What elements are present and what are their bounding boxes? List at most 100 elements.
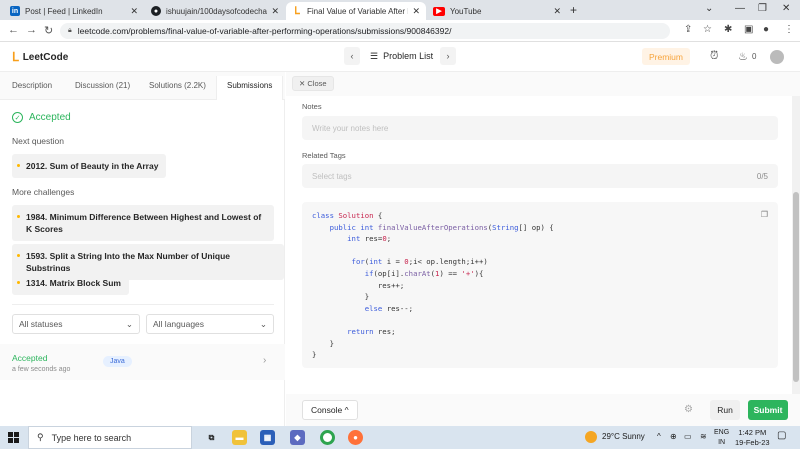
menu-kebab-icon[interactable]: ⋮ — [784, 24, 794, 35]
tab-description[interactable]: Description — [12, 81, 52, 90]
list-icon: ☰ — [370, 51, 379, 61]
prev-problem-button[interactable]: ‹ — [344, 47, 360, 65]
profile-icon[interactable]: ● — [763, 24, 769, 35]
notes-input[interactable]: Write your notes here — [302, 116, 778, 140]
difficulty-dot — [17, 215, 20, 218]
notification-icon[interactable]: ▢ — [777, 430, 786, 441]
new-tab-icon[interactable]: + — [570, 3, 577, 17]
close-label: Close — [307, 79, 327, 88]
close-icon: ✕ — [299, 79, 306, 88]
problem-list-label: Problem List — [383, 51, 434, 61]
copy-icon[interactable]: ❐ — [761, 210, 768, 219]
console-button[interactable]: Console ^ — [302, 400, 358, 420]
clock-time: 1:42 PM — [738, 428, 767, 437]
fire-icon[interactable]: ♨︎ — [738, 50, 748, 63]
lang-bottom: IN — [718, 439, 726, 446]
next-question-chip[interactable]: 2012. Sum of Beauty in the Array — [12, 154, 167, 178]
scrollbar[interactable] — [792, 96, 800, 394]
leetcode-logo[interactable]: ᒪ LeetCode — [12, 50, 68, 64]
close-icon[interactable]: ✕ — [412, 6, 420, 17]
check-circle-icon: ✓ — [12, 112, 23, 123]
lock-icon: 🔒︎ — [68, 27, 72, 34]
tab-linkedin[interactable]: in Post | Feed | LinkedIn ✕ — [4, 2, 144, 20]
chrome-icon[interactable] — [320, 430, 335, 445]
reload-icon[interactable]: ↻ — [44, 24, 53, 37]
tab-youtube[interactable]: ▶ YouTube ✕ — [427, 2, 567, 20]
url-field[interactable]: 🔒︎ leetcode.com/problems/final-value-of-… — [60, 23, 670, 39]
submit-button[interactable]: Submit — [748, 400, 788, 420]
logo-text: LeetCode — [22, 51, 69, 63]
task-view-icon[interactable]: ⧉ — [204, 430, 219, 445]
tags-select[interactable]: Select tags 0/5 — [302, 164, 778, 188]
accepted-status: ✓ Accepted — [12, 112, 71, 123]
submission-row[interactable]: Accepted a few seconds ago Java › — [0, 344, 285, 380]
language-badge: Java — [103, 356, 132, 367]
chip-label: 1593. Split a String Into the Max Number… — [26, 251, 231, 273]
status-filter-select[interactable]: All statuses ⌄ — [12, 314, 140, 334]
close-icon[interactable]: ✕ — [271, 6, 279, 17]
avatar[interactable] — [770, 50, 784, 64]
linkedin-icon: in — [10, 6, 20, 16]
tab-title: Post | Feed | LinkedIn — [25, 6, 103, 16]
run-button[interactable]: Run — [710, 400, 740, 420]
chevron-up-icon[interactable]: ^ — [657, 432, 661, 441]
close-icon[interactable]: ✕ — [130, 6, 138, 17]
language-indicator[interactable]: ENG IN — [714, 428, 729, 448]
console-label: Console — [311, 405, 343, 415]
tab-leetcode[interactable]: ᒪ Final Value of Variable After Perfo ✕ — [286, 2, 426, 20]
bottom-action-bar: Console ^ ⚙︎ Run Submit — [286, 394, 800, 426]
close-button[interactable]: ✕ Close — [292, 76, 334, 91]
youtube-icon: ▶ — [433, 6, 445, 16]
submission-status: Accepted — [12, 353, 48, 363]
tags-label: Related Tags — [302, 151, 346, 160]
debug-icon[interactable]: ⚙︎ — [684, 404, 693, 415]
code-block: ❐ class Solution { public int finalValue… — [302, 202, 778, 368]
select-value: All languages — [153, 319, 205, 329]
weather-sun-icon — [585, 431, 597, 443]
tab-search-icon[interactable]: ⌄ — [705, 3, 713, 14]
network-icon[interactable]: ⊕ — [670, 432, 677, 441]
next-problem-button[interactable]: › — [440, 47, 456, 65]
restore-icon[interactable]: ❐ — [758, 3, 767, 14]
scrollbar-thumb[interactable] — [793, 192, 799, 382]
premium-button[interactable]: Premium — [642, 48, 690, 65]
windows-start-icon[interactable] — [8, 432, 19, 443]
forward-icon[interactable]: → — [26, 24, 37, 36]
tab-submissions[interactable]: Submissions — [216, 76, 284, 100]
challenge-chip[interactable]: 1314. Matrix Block Sum — [12, 271, 129, 295]
sidepanel-icon[interactable]: ▣ — [744, 24, 753, 35]
close-icon[interactable]: ✕ — [553, 6, 561, 17]
language-filter-select[interactable]: All languages ⌄ — [146, 314, 274, 334]
challenge-chip[interactable]: 1984. Minimum Difference Between Highest… — [12, 205, 274, 241]
tab-solutions[interactable]: Solutions (2.2K) — [149, 81, 206, 90]
bookmark-star-icon[interactable]: ☆ — [703, 24, 712, 35]
url-text: leetcode.com/problems/final-value-of-var… — [77, 26, 452, 36]
battery-icon[interactable]: ▭ — [684, 432, 692, 441]
extensions-icon[interactable]: ✱ — [724, 24, 732, 35]
notes-label: Notes — [302, 102, 322, 111]
clock-date: 19-Feb-23 — [735, 438, 770, 447]
code-text: class Solution { public int finalValueAf… — [312, 211, 554, 360]
back-icon[interactable]: ← — [8, 24, 19, 36]
tab-github[interactable]: ● ishuujain/100daysofcodechalleng ✕ — [145, 2, 285, 20]
submission-time: a few seconds ago — [12, 366, 71, 373]
app-icon[interactable]: ◆ — [290, 430, 305, 445]
leetcode-icon: ᒪ — [292, 6, 302, 17]
file-explorer-icon[interactable]: ▬ — [232, 430, 247, 445]
taskbar-search-input[interactable]: ⚲ Type here to search — [28, 426, 192, 449]
tab-discussion[interactable]: Discussion (21) — [75, 81, 130, 90]
minimize-icon[interactable]: — — [735, 3, 745, 14]
notes-placeholder: Write your notes here — [312, 123, 389, 133]
wifi-icon[interactable]: ≋ — [700, 432, 707, 441]
chip-label: 1984. Minimum Difference Between Highest… — [26, 212, 262, 234]
chevron-right-icon: › — [263, 355, 267, 366]
store-icon[interactable]: ▦ — [260, 430, 275, 445]
problem-list-button[interactable]: ☰ Problem List — [370, 51, 433, 62]
window-close-icon[interactable]: ✕ — [782, 3, 790, 14]
firefox-icon[interactable]: ● — [348, 430, 363, 445]
weather-text[interactable]: 29°C Sunny — [602, 432, 645, 441]
share-icon[interactable]: ⇪ — [684, 24, 692, 35]
clock[interactable]: 1:42 PM 19-Feb-23 — [735, 428, 770, 448]
taskbar: ⚲ Type here to search ⧉ ▬ ▦ ◆ ● 29°C Sun… — [0, 426, 800, 449]
alarm-clock-icon[interactable]: ⏰︎ — [710, 50, 719, 63]
